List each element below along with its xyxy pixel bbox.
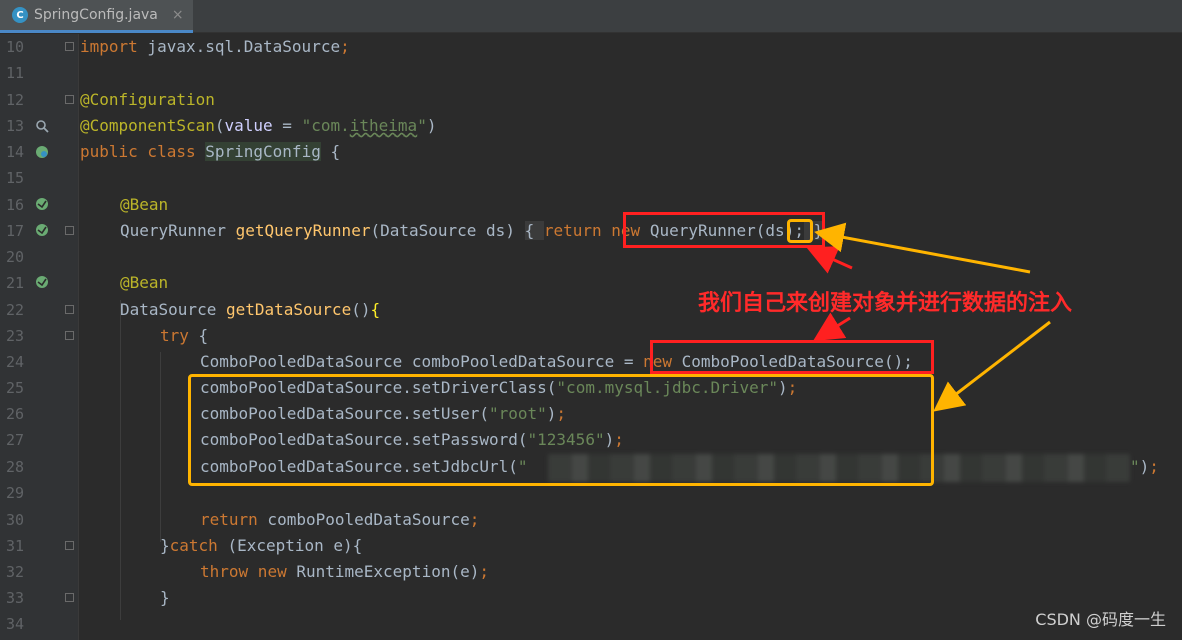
red-arrow <box>812 312 851 342</box>
yellow-arrow <box>933 320 1051 412</box>
csdn-watermark: CSDN @码度一生 <box>1035 610 1166 629</box>
red-arrow <box>806 246 853 274</box>
annotation-note: 我们自己来创建对象并进行数据的注入 <box>698 291 1073 316</box>
annotation-arrows <box>806 222 1051 412</box>
